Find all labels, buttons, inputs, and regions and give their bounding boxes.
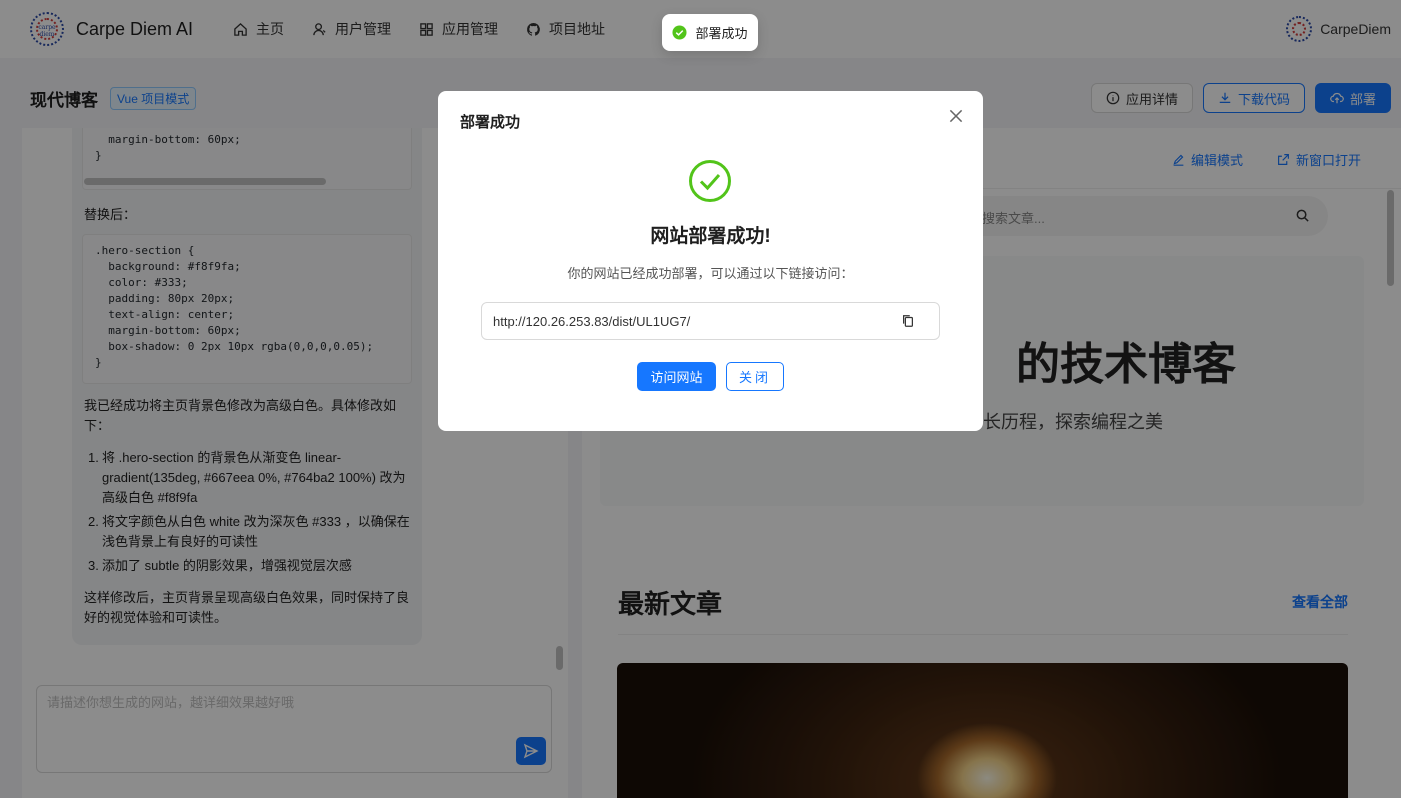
success-description: 你的网站已经成功部署，可以通过以下链接访问： [567,266,854,281]
check-circle-icon [689,160,731,202]
toast-message: 部署成功 [695,26,748,41]
close-button[interactable]: 关闭 [726,362,784,391]
visit-site-button[interactable]: 访问网站 [637,362,716,391]
close-icon[interactable] [947,107,965,125]
deploy-url-field[interactable]: http://120.26.253.83/dist/UL1UG7/ [481,302,940,340]
deploy-url: http://120.26.253.83/dist/UL1UG7/ [493,314,691,329]
copy-icon[interactable] [901,314,915,328]
success-toast: 部署成功 [662,14,758,51]
success-icon [672,25,688,40]
deploy-success-modal: 部署成功 网站部署成功! 你的网站已经成功部署，可以通过以下链接访问： http… [438,91,983,431]
modal-title: 部署成功 [460,114,521,131]
success-heading: 网站部署成功! [650,226,771,247]
